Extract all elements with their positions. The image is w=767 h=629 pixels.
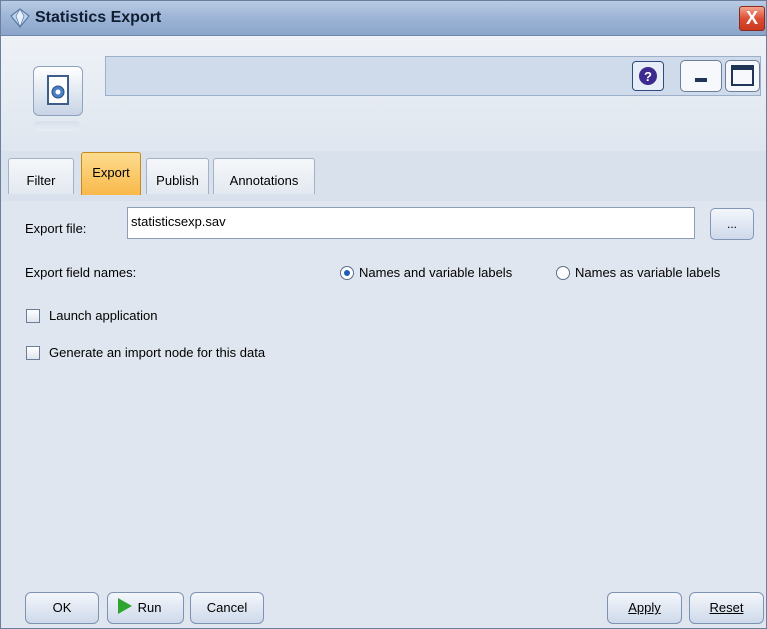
export-panel: Export file: statisticsexp.sav ... Expor… <box>1 201 766 628</box>
minimize-icon <box>695 78 707 82</box>
tab-annotations[interactable]: Annotations <box>213 158 315 194</box>
cancel-button[interactable]: Cancel <box>190 592 264 624</box>
run-play-icon <box>118 598 132 614</box>
help-icon: ? <box>639 67 657 85</box>
tab-export[interactable]: Export <box>81 152 141 195</box>
reset-button-label: Reset <box>709 600 744 615</box>
apply-button-label: Apply <box>628 600 661 615</box>
generate-import-node-checkbox[interactable] <box>26 346 40 360</box>
tab-strip: Filter Export Publish Annotations <box>1 151 766 201</box>
radio-names-and-labels-label[interactable]: Names and variable labels <box>359 265 512 280</box>
maximize-button[interactable] <box>725 60 760 92</box>
launch-application-checkbox[interactable] <box>26 309 40 323</box>
close-button[interactable]: X <box>739 6 765 31</box>
node-icon-reflection <box>33 121 81 131</box>
title-bar[interactable]: Statistics Export X <box>1 1 766 36</box>
cancel-button-label: Cancel <box>206 600 248 615</box>
ok-button[interactable]: OK <box>25 592 99 624</box>
export-file-label: Export file: <box>25 221 87 236</box>
radio-names-and-labels[interactable] <box>340 266 354 280</box>
reset-button[interactable]: Reset <box>689 592 764 624</box>
ok-button-label: OK <box>52 600 72 615</box>
launch-application-label[interactable]: Launch application <box>49 308 157 323</box>
generate-import-node-label[interactable]: Generate an import node for this data <box>49 345 265 360</box>
export-file-input[interactable]: statisticsexp.sav <box>127 207 695 239</box>
diamond-icon <box>10 8 30 28</box>
radio-names-as-labels[interactable] <box>556 266 570 280</box>
maximize-icon <box>731 65 754 86</box>
export-node-icon <box>33 66 83 116</box>
export-field-names-label: Export field names: <box>25 265 137 280</box>
minimize-button[interactable] <box>680 60 722 92</box>
svg-text:?: ? <box>644 69 652 84</box>
help-button[interactable]: ? <box>632 61 664 91</box>
tab-publish[interactable]: Publish <box>146 158 209 194</box>
run-button[interactable]: Run <box>107 592 184 624</box>
tab-filter[interactable]: Filter <box>8 158 74 194</box>
radio-names-as-labels-label[interactable]: Names as variable labels <box>575 265 720 280</box>
node-header: ? <box>1 36 766 151</box>
document-icon <box>47 75 69 105</box>
statistics-export-dialog: Statistics Export X ? Filter Export Publ… <box>0 0 767 629</box>
run-button-label: Run <box>137 600 162 615</box>
apply-button[interactable]: Apply <box>607 592 682 624</box>
window-title: Statistics Export <box>35 9 162 26</box>
browse-button[interactable]: ... <box>710 208 754 240</box>
